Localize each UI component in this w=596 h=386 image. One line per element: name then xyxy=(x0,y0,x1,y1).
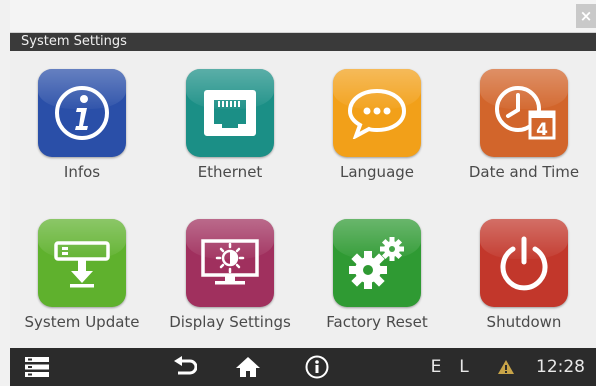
gears-icon xyxy=(333,219,421,307)
power-icon xyxy=(480,219,568,307)
tile-infos[interactable]: Infos xyxy=(14,69,150,209)
info-icon xyxy=(38,69,126,157)
calendar-day: 4 xyxy=(536,120,548,140)
tile-label: Factory Reset xyxy=(326,313,428,331)
warning-icon[interactable] xyxy=(494,348,518,386)
tile-shutdown[interactable]: Shutdown xyxy=(456,219,592,359)
status-e: E xyxy=(430,357,442,377)
settings-grid: Infos Ethernet Language 4 Date and Time … xyxy=(10,51,596,348)
tile-factory-reset[interactable]: Factory Reset xyxy=(309,219,445,359)
tile-label: Display Settings xyxy=(169,313,291,331)
info-circle-icon[interactable] xyxy=(302,348,332,386)
tile-label: Shutdown xyxy=(486,313,562,331)
tile-date-and-time[interactable]: 4 Date and Time xyxy=(456,69,592,209)
tile-label: Infos xyxy=(63,163,101,181)
status-l: L xyxy=(459,357,469,377)
tile-system-update[interactable]: System Update xyxy=(14,219,150,359)
display-brightness-icon xyxy=(186,219,274,307)
tile-language[interactable]: Language xyxy=(309,69,445,209)
clock-time: 12:28 xyxy=(536,357,585,377)
top-bar: × xyxy=(10,0,596,33)
close-icon: × xyxy=(579,7,593,25)
clock-calendar-icon: 4 xyxy=(480,69,568,157)
bottom-bar: E L 12:28 xyxy=(10,348,596,386)
tile-label: System Update xyxy=(24,313,140,331)
system-update-icon xyxy=(38,219,126,307)
tile-label: Ethernet xyxy=(197,163,263,181)
back-arrow-icon[interactable] xyxy=(170,348,200,386)
speech-bubble-icon xyxy=(333,69,421,157)
tile-display-settings[interactable]: Display Settings xyxy=(162,219,298,359)
menu-list-icon[interactable] xyxy=(22,348,52,386)
page-title: System Settings xyxy=(10,33,596,51)
tile-label: Language xyxy=(339,163,415,181)
tile-label: Date and Time xyxy=(468,163,580,181)
tile-ethernet[interactable]: Ethernet xyxy=(162,69,298,209)
ethernet-icon xyxy=(186,69,274,157)
home-icon[interactable] xyxy=(231,348,265,386)
close-button[interactable]: × xyxy=(576,4,596,28)
